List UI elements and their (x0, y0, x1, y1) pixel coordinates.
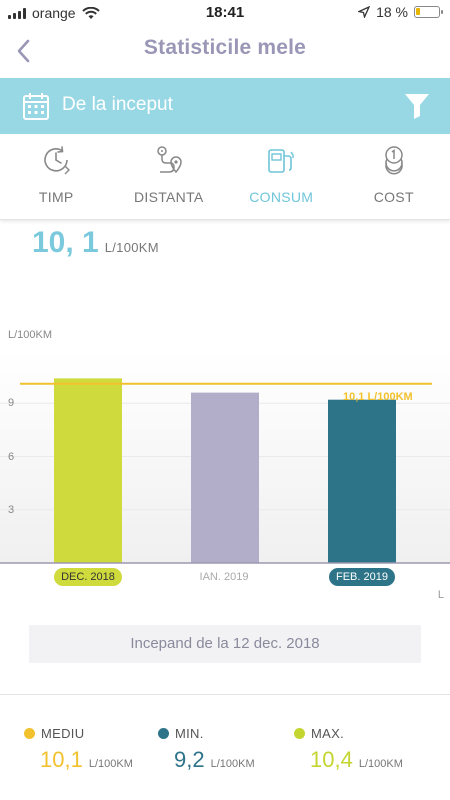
stat-label: MAX. (311, 726, 344, 741)
legend-dot-average (24, 728, 35, 739)
calendar-icon (23, 93, 49, 120)
x-tick-label-ian-2019[interactable]: IAN. 2019 (190, 568, 258, 586)
fuel-pump-icon (268, 149, 294, 173)
tab-label: TIMP (38, 189, 74, 205)
stat-minimum: MIN. 9,2 L/100KM (158, 726, 255, 773)
navigation-bar: Statisticile mele (0, 26, 450, 76)
page-title: Statisticile mele (143, 36, 307, 59)
y-tick-label: 6 (8, 450, 15, 463)
coins-icon (385, 146, 403, 175)
location-arrow-icon (358, 6, 371, 18)
tab-distanta[interactable]: DISTANTA (113, 134, 226, 219)
tab-consum[interactable]: CONSUM (225, 134, 338, 219)
stat-average: MEDIU 10,1 L/100KM (24, 726, 133, 773)
chart-canvas (0, 350, 450, 564)
tab-timp[interactable]: TIMP (0, 134, 113, 219)
x-axis-label: L (437, 589, 444, 601)
status-right: 18 % (358, 4, 443, 20)
y-axis-label: L/100KM (8, 329, 53, 341)
summary-unit: L/100KM (104, 240, 159, 255)
bar-0[interactable] (54, 378, 122, 563)
y-tick-label: 9 (8, 397, 15, 410)
legend-dot-maximum (294, 728, 305, 739)
stat-label: MIN. (175, 726, 204, 741)
stat-unit: L/100KM (358, 758, 403, 770)
date-range-bar[interactable]: De la inceput (0, 78, 450, 134)
y-tick-label: 3 (8, 503, 15, 516)
tab-cost[interactable]: COST (338, 134, 450, 219)
consumption-summary: 10, 1 L/100KM (32, 226, 159, 260)
stat-value: 9,2 (174, 747, 205, 772)
status-bar: orange 18:41 18 % (0, 0, 450, 26)
divider (0, 694, 450, 695)
stats-tabs: TIMP DISTANTA CONSUM COST (0, 134, 450, 220)
stat-unit: L/100KM (210, 758, 255, 770)
x-tick-label-dec-2018[interactable]: DEC. 2018 (54, 568, 122, 586)
tab-label: COST (373, 189, 414, 205)
legend-dot-minimum (158, 728, 169, 739)
bar-2[interactable] (328, 399, 396, 563)
tab-label: CONSUM (249, 189, 314, 205)
stat-label: MEDIU (41, 726, 85, 741)
tab-label: DISTANTA (133, 189, 204, 205)
clock-refresh-icon (44, 146, 71, 175)
date-range-label: De la inceput (62, 94, 173, 115)
summary-value: 10, 1 (32, 226, 99, 259)
filter-funnel-icon[interactable] (404, 92, 430, 120)
start-date-note: Incepand de la 12 dec. 2018 (29, 625, 421, 663)
consumption-chart: L/100KM 3 6 9 10,1 L/100KM DEC. 2018 IAN… (0, 320, 450, 605)
stat-value: 10,1 (40, 747, 83, 772)
route-pin-icon (157, 146, 182, 174)
stat-maximum: MAX. 10,4 L/100KM (294, 726, 403, 773)
battery-icon (414, 6, 443, 18)
battery-percent: 18 % (376, 4, 408, 20)
x-tick-label-feb-2019[interactable]: FEB. 2019 (329, 568, 395, 586)
mean-line-label: 10,1 L/100KM (343, 390, 413, 403)
bar-1[interactable] (191, 392, 259, 563)
stat-unit: L/100KM (88, 758, 133, 770)
stat-value: 10,4 (310, 747, 353, 772)
